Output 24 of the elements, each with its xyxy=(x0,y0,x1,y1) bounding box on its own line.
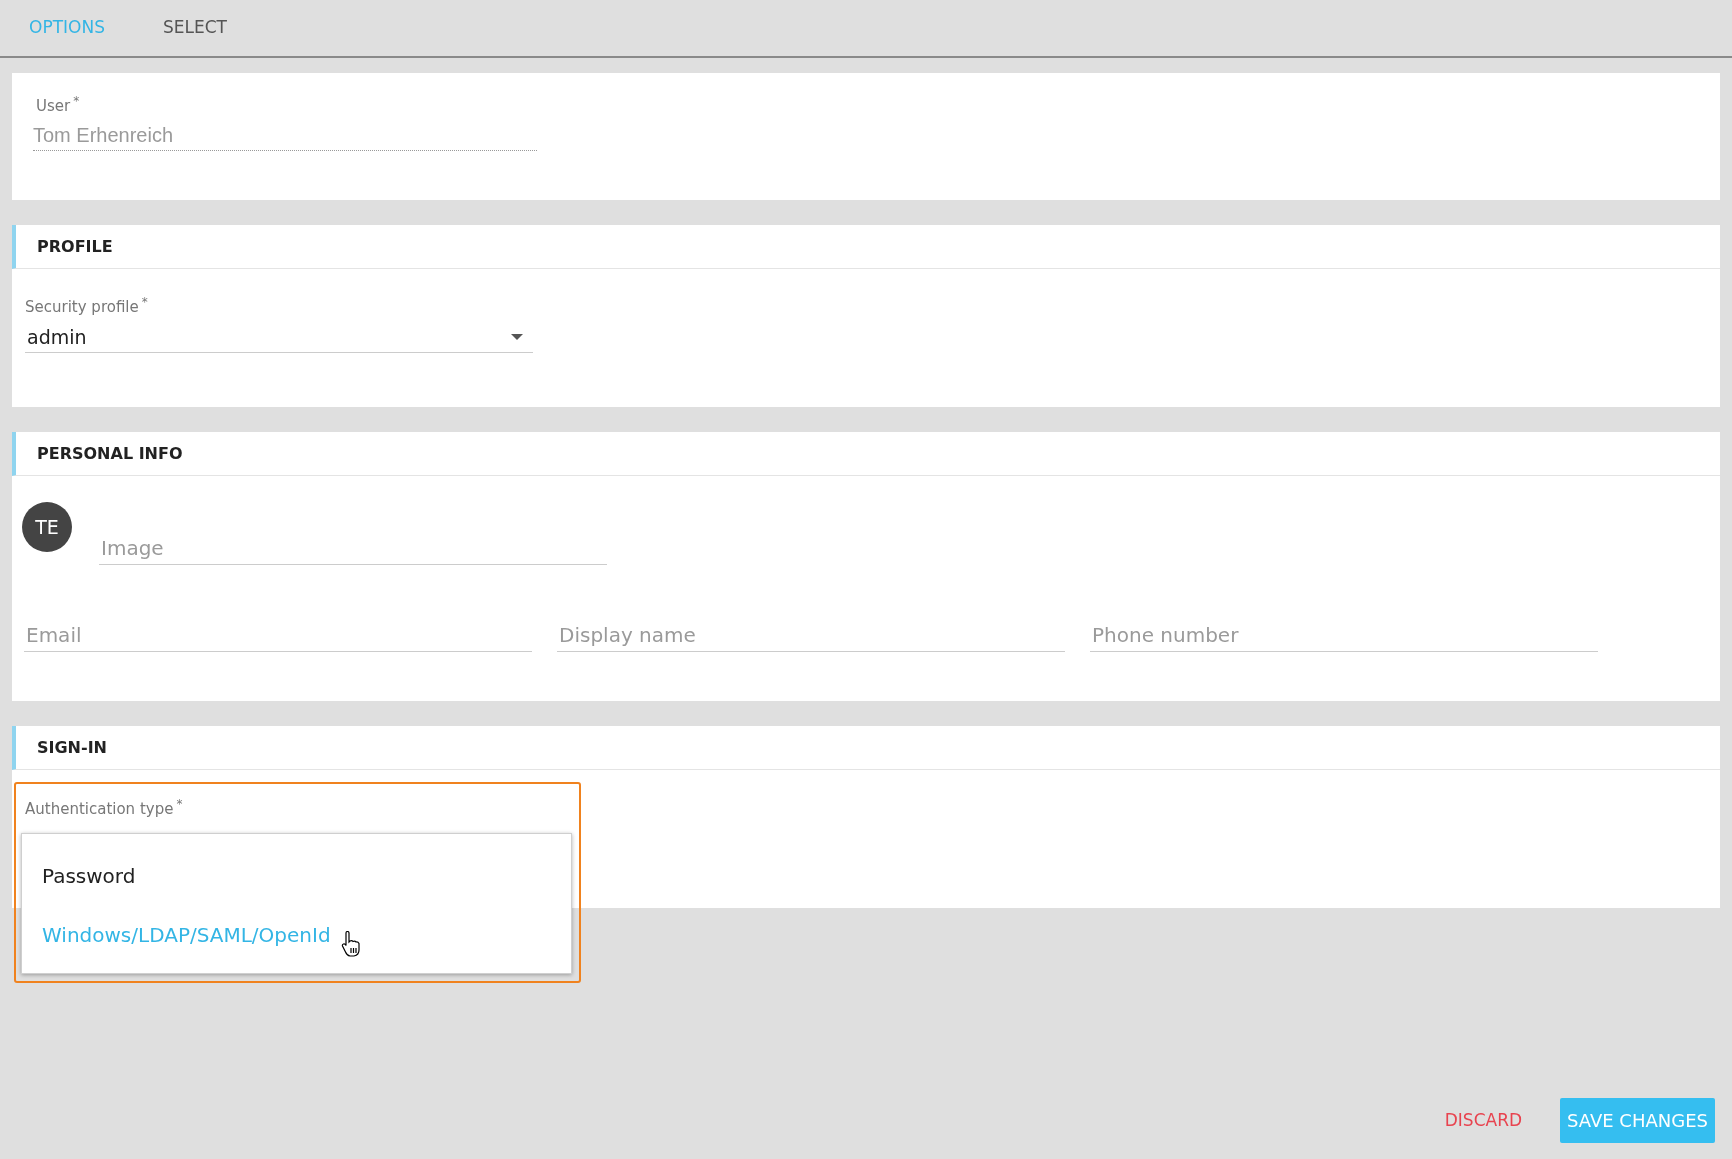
caret-icon xyxy=(511,334,523,340)
text-input-field[interactable]: Email xyxy=(24,619,532,652)
required-mark: * xyxy=(141,294,148,311)
text-input-field[interactable]: Display name xyxy=(557,619,1065,652)
field-label: Security profile xyxy=(25,297,139,318)
security-profile-select[interactable]: admin xyxy=(25,322,533,353)
discard-button[interactable]: DISCARD xyxy=(1444,1107,1523,1134)
section-title: PERSONAL INFO xyxy=(37,442,183,465)
tab[interactable]: OPTIONS xyxy=(29,15,105,41)
text-input-field[interactable]: Phone number xyxy=(1090,619,1598,652)
section-title: PROFILE xyxy=(37,235,113,258)
dropdown-option[interactable]: Password xyxy=(42,860,136,891)
authentication-type-field[interactable]: Authentication type * Password Windows/LDAP/SAML/OpenId xyxy=(14,782,581,983)
tab[interactable]: SELECT xyxy=(162,15,227,41)
image-input-field[interactable]: Image xyxy=(99,532,607,565)
required-mark: * xyxy=(73,93,80,110)
required-mark: * xyxy=(176,796,183,813)
dropdown-option[interactable]: Windows/LDAP/SAML/OpenId xyxy=(42,919,331,950)
field-label: Authentication type xyxy=(25,799,174,820)
section-title: SIGN-IN xyxy=(37,736,107,759)
field-label: User xyxy=(36,96,71,117)
avatar: TE xyxy=(22,502,72,552)
hand-pointer-icon xyxy=(340,930,361,957)
save-changes-button[interactable]: SAVE CHANGES xyxy=(1560,1098,1715,1143)
